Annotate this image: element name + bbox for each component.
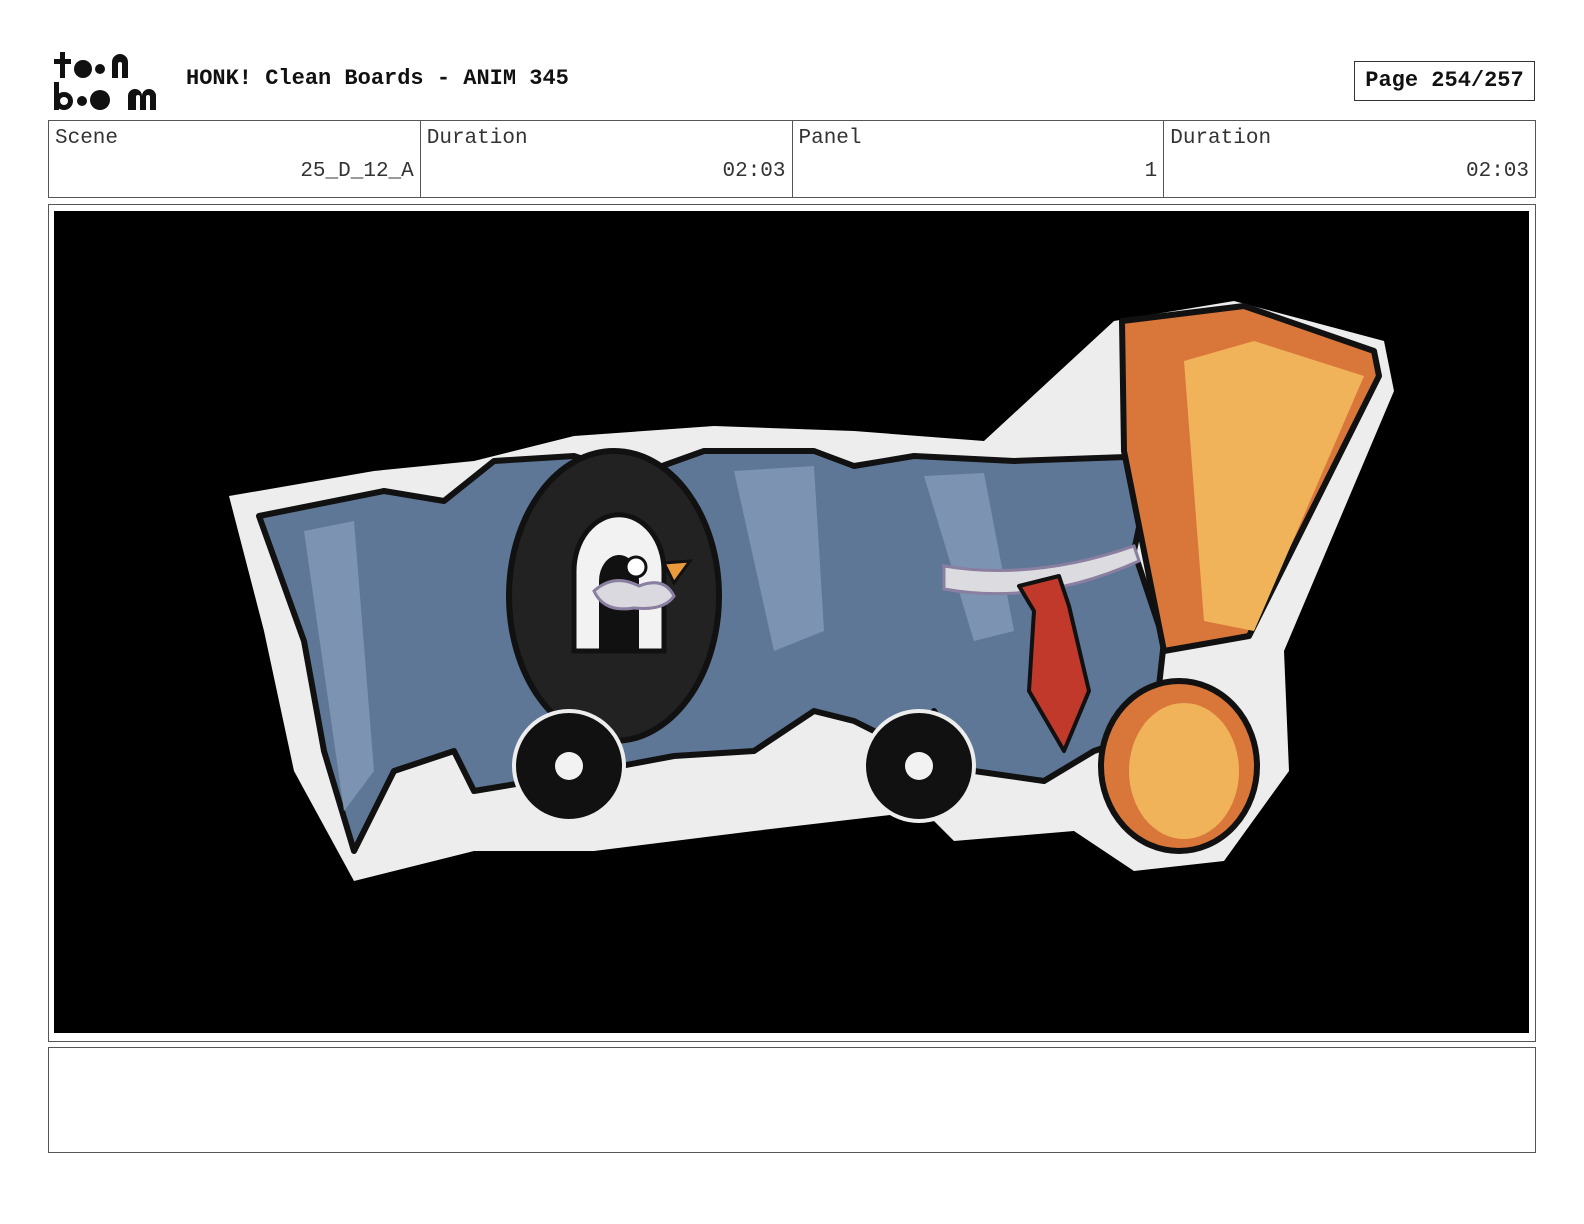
document-title: HONK! Clean Boards - ANIM 345: [186, 66, 569, 91]
panel-duration-cell: Duration 02:03: [1164, 121, 1535, 197]
panel-duration-label: Duration: [1170, 127, 1272, 150]
panel-value: 1: [1144, 160, 1158, 183]
storyboard-panel-frame: [48, 204, 1536, 1042]
storyboard-panel-image: [54, 211, 1529, 1033]
scene-label: Scene: [55, 127, 119, 150]
scene-duration-value: 02:03: [722, 160, 786, 183]
scene-info-row: Scene 25_D_12_A Duration 02:03 Panel 1 D…: [48, 120, 1536, 198]
honk-logo-artwork: [54, 211, 1529, 1033]
page-indicator: Page 254/257: [1354, 61, 1535, 101]
scene-duration-label: Duration: [426, 127, 528, 150]
scene-value: 25_D_12_A: [300, 160, 414, 183]
scene-duration-cell: Duration 02:03: [421, 121, 793, 197]
panel-cell: Panel 1: [793, 121, 1165, 197]
scene-cell: Scene 25_D_12_A: [49, 121, 421, 197]
toon-boom-logo: [52, 50, 164, 112]
panel-duration-value: 02:03: [1465, 160, 1529, 183]
panel-label: Panel: [798, 127, 862, 150]
panel-notes-box: [48, 1047, 1536, 1153]
